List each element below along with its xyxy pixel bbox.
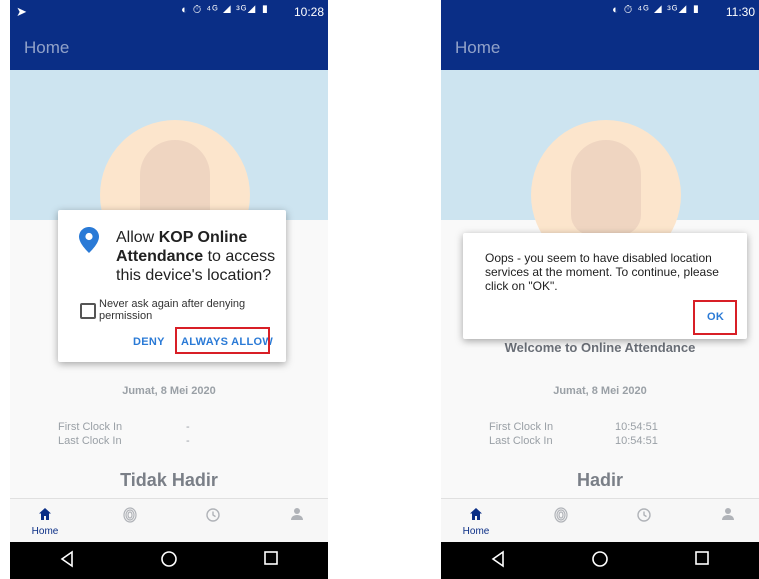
- last-clock-in-value: -: [186, 435, 190, 447]
- home-system-button[interactable]: [154, 550, 184, 572]
- fingerprint-icon: [526, 507, 596, 527]
- system-status-icons: ◐ ⏱ ⁴ᴳ ◢ ³ᴳ◢ ▮: [181, 4, 270, 16]
- location-pin-icon: [78, 226, 100, 259]
- location-disabled-message: Oops - you seem to have disabled locatio…: [485, 251, 719, 293]
- welcome-title: Welcome to Online Attendance: [504, 340, 696, 355]
- status-bar: ◐ ⏱ ⁴ᴳ ◢ ³ᴳ◢ ▮ 11:30: [441, 0, 759, 24]
- attendance-status: Tidak Hadir: [120, 470, 218, 490]
- system-status-icons: ◐ ⏱ ⁴ᴳ ◢ ³ᴳ◢ ▮: [612, 4, 701, 16]
- highlight-box: [693, 300, 737, 335]
- page-title: Home: [455, 38, 501, 57]
- phone-screen-right: ◐ ⏱ ⁴ᴳ ◢ ³ᴳ◢ ▮ 11:30 Home Welcome to Onl…: [441, 0, 759, 579]
- location-disabled-dialog: Oops - you seem to have disabled locatio…: [463, 233, 747, 339]
- profile-icon: [693, 507, 759, 525]
- permission-message: Allow KOP Online Attendance to access th…: [116, 228, 286, 285]
- recents-button[interactable]: [256, 550, 286, 570]
- home-icon: [441, 507, 511, 525]
- app-bar: Home: [441, 24, 759, 70]
- bottom-navigation: Home: [10, 498, 328, 543]
- nav-home[interactable]: Home: [10, 499, 80, 543]
- never-ask-checkbox[interactable]: [80, 303, 96, 319]
- current-date: Jumat, 8 Mei 2020: [553, 385, 647, 397]
- deny-button[interactable]: DENY: [133, 336, 165, 348]
- nav-profile[interactable]: [693, 499, 759, 543]
- nav-fingerprint[interactable]: [526, 499, 596, 543]
- app-bar: Home: [10, 24, 328, 70]
- last-clock-in-label: Last Clock In: [489, 435, 553, 447]
- phone-screen-left: ➤ ◐ ⏱ ⁴ᴳ ◢ ³ᴳ◢ ▮ 10:28 Home Jumat, 8 Mei…: [10, 0, 328, 579]
- never-ask-label: Never ask again after denying permission: [99, 298, 246, 322]
- back-button[interactable]: [52, 550, 82, 572]
- location-permission-dialog: Allow KOP Online Attendance to access th…: [58, 210, 286, 362]
- nav-home[interactable]: Home: [441, 499, 511, 543]
- system-navigation-bar: [441, 542, 759, 579]
- first-clock-in-label: First Clock In: [58, 421, 123, 433]
- nav-home-label: Home: [31, 526, 59, 537]
- history-icon: [178, 507, 248, 527]
- last-clock-in-label: Last Clock In: [58, 435, 122, 447]
- last-clock-in-value: 10:54:51: [615, 435, 658, 447]
- current-date: Jumat, 8 Mei 2020: [122, 385, 216, 397]
- nav-history[interactable]: [178, 499, 248, 543]
- bottom-navigation: Home: [441, 498, 759, 543]
- first-clock-in-value: 10:54:51: [615, 421, 658, 433]
- status-time: 11:30: [725, 5, 755, 19]
- profile-icon: [262, 507, 328, 525]
- permission-prefix: Allow: [116, 229, 159, 246]
- status-bar: ➤ ◐ ⏱ ⁴ᴳ ◢ ³ᴳ◢ ▮ 10:28: [10, 0, 328, 24]
- home-icon: [10, 507, 80, 525]
- first-clock-in-label: First Clock In: [489, 421, 554, 433]
- first-clock-in-value: -: [186, 421, 190, 433]
- status-time: 10:28: [293, 5, 324, 19]
- attendance-status: Hadir: [576, 470, 623, 490]
- highlight-box: [175, 327, 270, 354]
- navigation-arrow-icon: ➤: [16, 4, 27, 19]
- home-system-button[interactable]: [585, 550, 615, 572]
- recents-button[interactable]: [687, 550, 717, 570]
- fingerprint-icon: [95, 507, 165, 527]
- nav-home-label: Home: [462, 526, 490, 537]
- back-button[interactable]: [483, 550, 513, 572]
- nav-fingerprint[interactable]: [95, 499, 165, 543]
- history-icon: [609, 507, 679, 527]
- nav-profile[interactable]: [262, 499, 328, 543]
- system-navigation-bar: [10, 542, 328, 579]
- nav-history[interactable]: [609, 499, 679, 543]
- page-title: Home: [24, 38, 70, 57]
